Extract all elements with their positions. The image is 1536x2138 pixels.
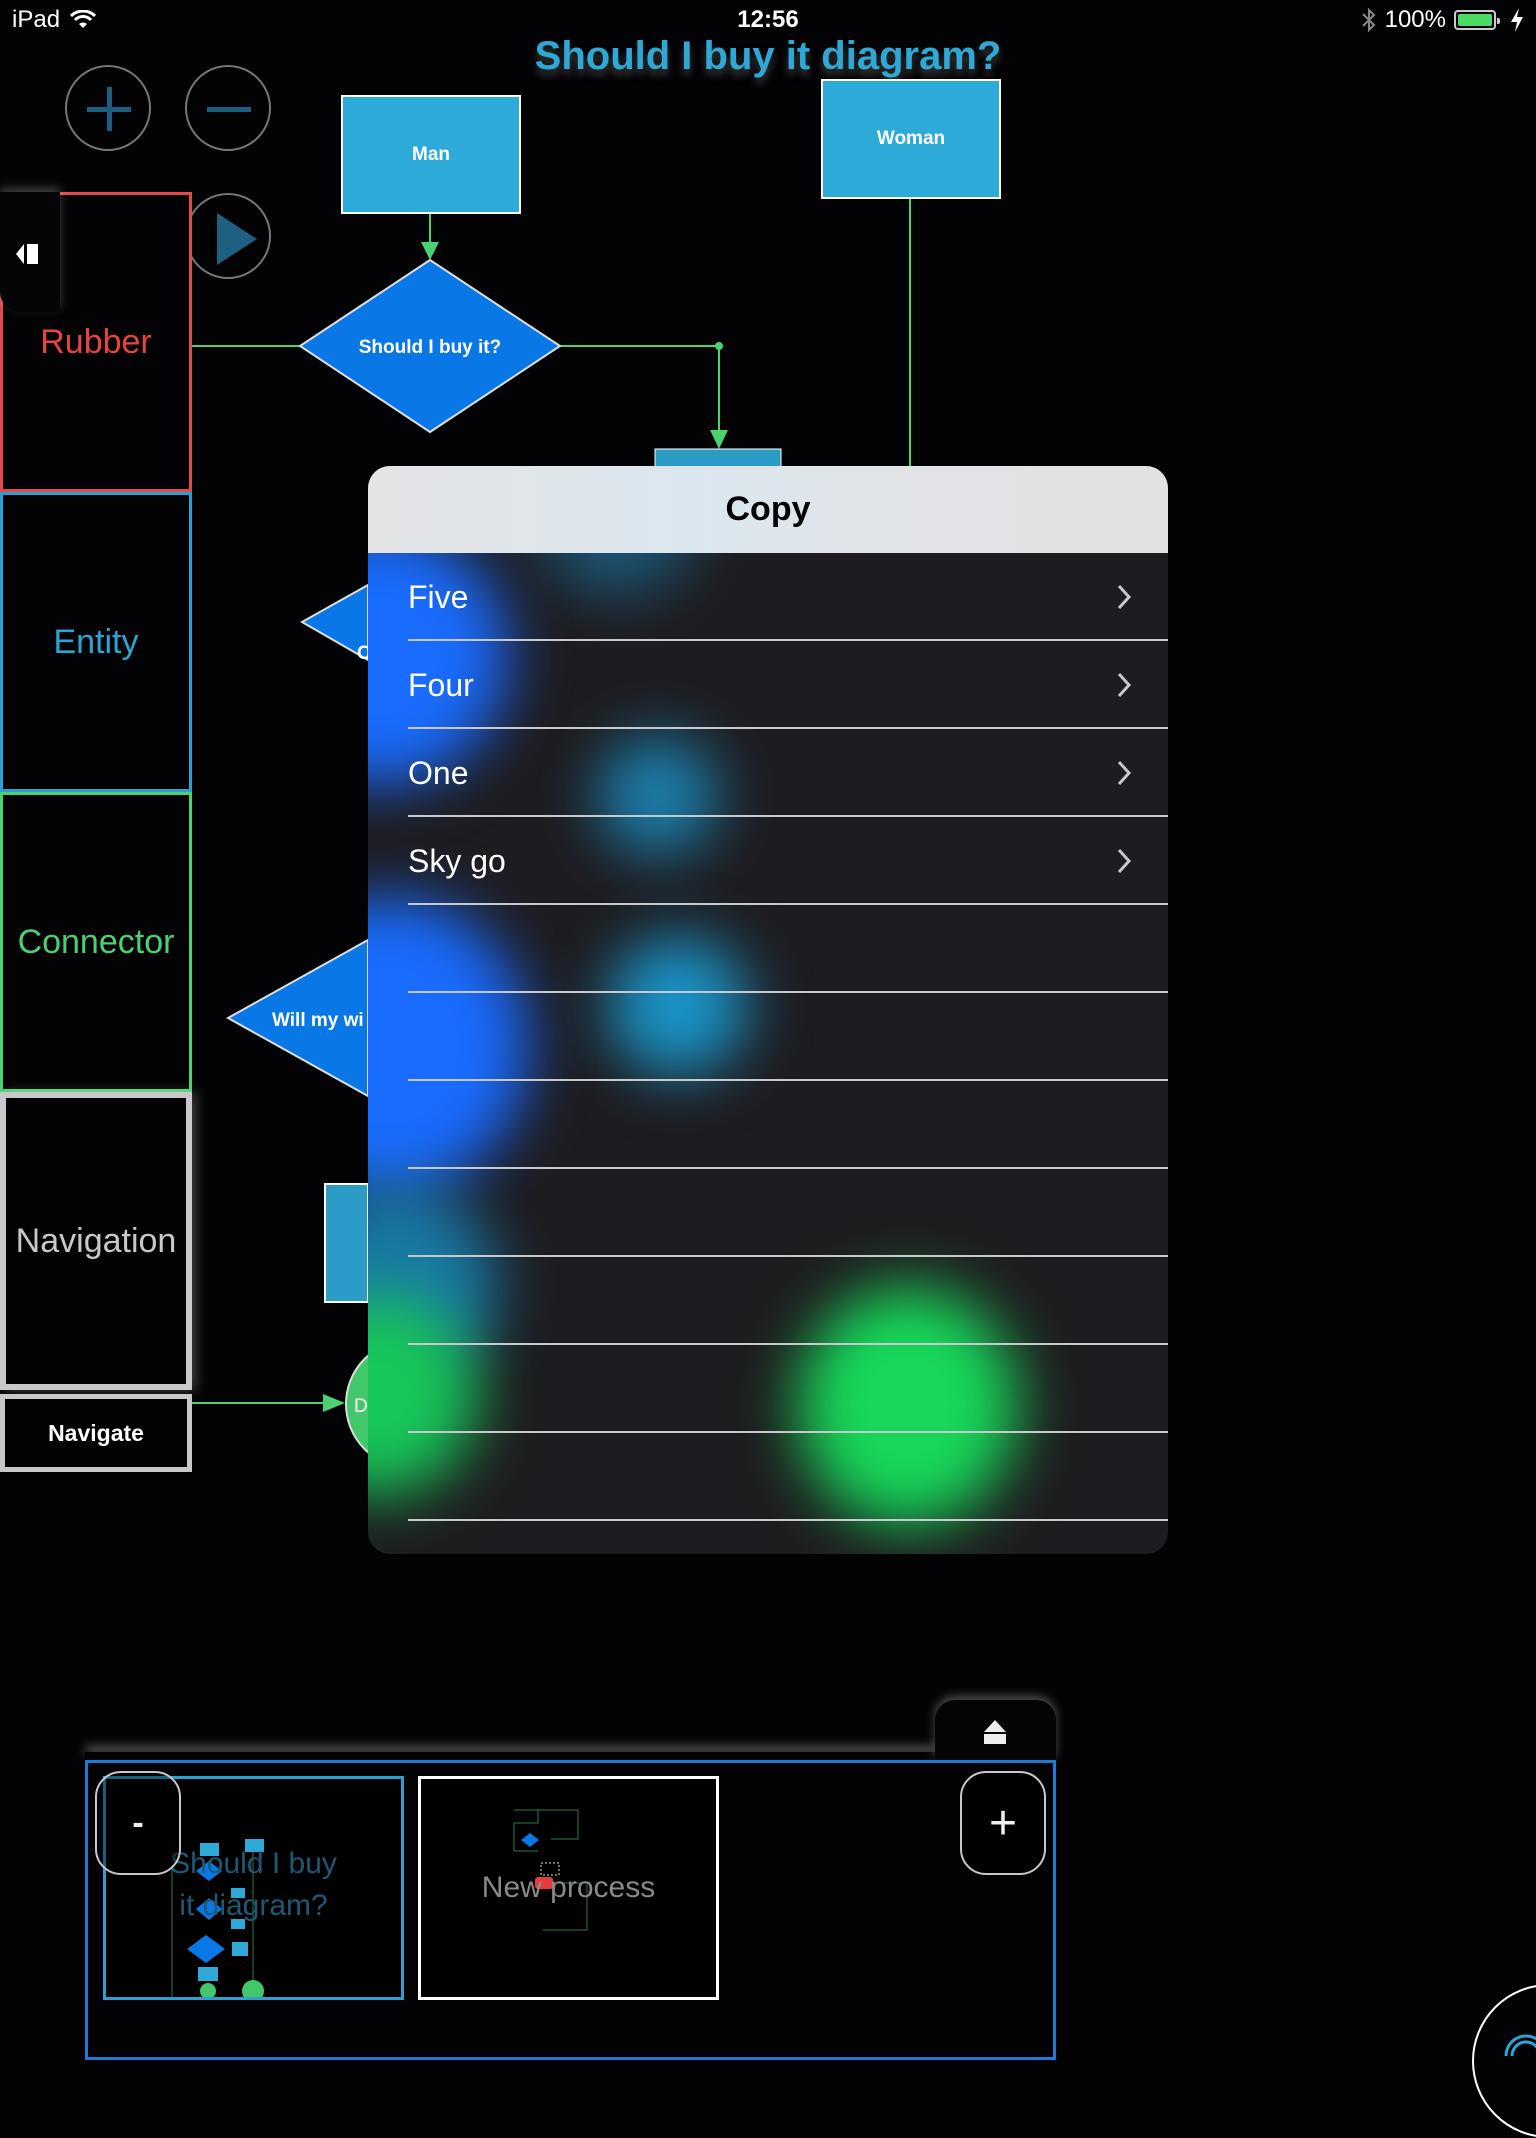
list-item[interactable]: Five [368, 553, 1168, 641]
tool-label: Connector [17, 922, 175, 961]
tool-label: Navigation [15, 1221, 177, 1260]
entity-node-label: Man [412, 143, 450, 165]
connector-arrowhead [323, 1394, 345, 1412]
entity-node-woman[interactable]: Woman [821, 79, 1001, 199]
tool-label: Rubber [40, 322, 152, 361]
collapse-panel-button[interactable] [0, 192, 60, 312]
remove-diagram-button[interactable]: - [95, 1771, 181, 1875]
list-item[interactable]: Sky go [368, 817, 1168, 905]
add-diagram-button[interactable]: + [960, 1771, 1046, 1875]
navigate-label: Navigate [48, 1419, 144, 1446]
tool-connector[interactable]: Connector [0, 792, 192, 1092]
chevron-right-icon [1117, 848, 1132, 874]
list-item-empty[interactable] [368, 1257, 1168, 1345]
list-item[interactable]: Four [368, 641, 1168, 729]
list-item-empty[interactable] [368, 1433, 1168, 1521]
tool-label: Entity [53, 622, 139, 661]
list-item-label: Five [408, 579, 469, 615]
list-item-label: Four [408, 667, 474, 703]
list-item-empty[interactable] [368, 1169, 1168, 1257]
diagram-tray[interactable]: Should I buy it diagram? New process - + [85, 1760, 1056, 2060]
tool-entity[interactable]: Entity [0, 492, 192, 792]
list-item-empty[interactable] [368, 993, 1168, 1081]
list-item-label: Sky go [408, 843, 506, 879]
navigate-button[interactable]: Navigate [0, 1394, 192, 1472]
collapse-left-icon [16, 244, 38, 264]
thumbnail-title: New process [481, 1871, 656, 1904]
chevron-right-icon [1117, 584, 1132, 610]
chevron-right-icon [1117, 672, 1132, 698]
decision-node-partial-label: Will my wi [272, 1010, 364, 1031]
list-item-empty[interactable] [368, 1081, 1168, 1169]
fingerprint-icon [1504, 2034, 1536, 2057]
play-icon [217, 213, 257, 265]
decision-node-label: Should I buy it? [359, 337, 501, 358]
list-item-label: One [408, 755, 469, 791]
tray-shadow [85, 1752, 935, 1760]
entity-node-man[interactable]: Man [341, 95, 521, 214]
list-item-empty[interactable] [368, 1345, 1168, 1433]
connector-arrowhead [710, 430, 728, 449]
popover-title: Copy [368, 466, 1168, 553]
popover-list[interactable]: Five Four One Sky go [368, 553, 1168, 1521]
minus-label: - [132, 1803, 144, 1842]
entity-node-label: Woman [876, 128, 946, 149]
tool-navigation[interactable]: Navigation [0, 1092, 192, 1390]
zoom-in-button[interactable] [65, 65, 151, 151]
tray-toggle-button[interactable] [935, 1700, 1056, 1762]
eject-icon [984, 1720, 1006, 1744]
chevron-right-icon [1117, 760, 1132, 786]
connector-arrowhead [421, 242, 439, 260]
entity-node-partial [324, 1183, 369, 1303]
plus-label: + [988, 1796, 1018, 1850]
list-item[interactable]: One [368, 729, 1168, 817]
thumbnail-new-process[interactable]: New process [418, 1776, 719, 2000]
list-item-empty[interactable] [368, 905, 1168, 993]
zoom-out-button[interactable] [185, 65, 271, 151]
row-separator [408, 1519, 1168, 1521]
play-button[interactable] [185, 193, 271, 279]
copy-popover[interactable]: Copy Five Four One Sky go [368, 466, 1168, 1554]
terminal-node-partial-label: D [354, 1396, 368, 1417]
